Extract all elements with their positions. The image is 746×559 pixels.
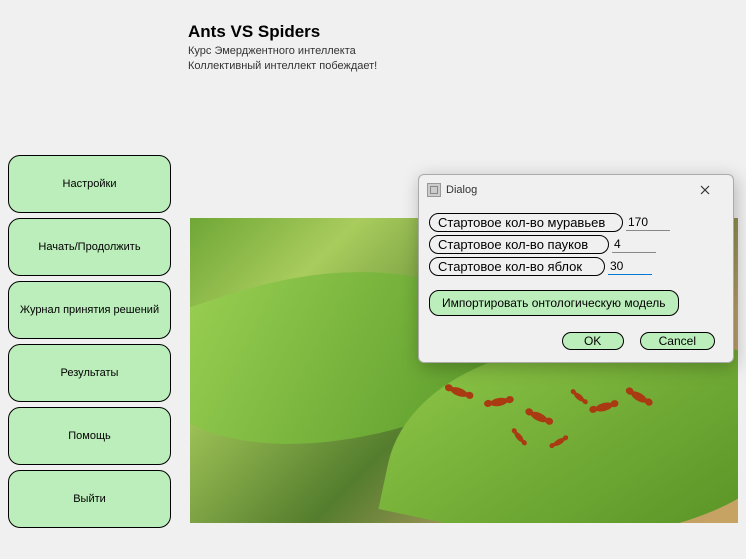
label-starting-spiders: Стартовое кол-во пауков (429, 235, 609, 254)
subtitle-course: Курс Эмерджентного интеллекта (188, 45, 746, 57)
input-starting-apples[interactable] (608, 258, 652, 275)
field-row-spiders: Стартовое кол-во пауков (429, 235, 723, 254)
sidebar-item-decision-log[interactable]: Журнал принятия решений (8, 281, 171, 339)
sidebar: Настройки Начать/Продолжить Журнал приня… (8, 155, 171, 528)
header: Ants VS Spiders Курс Эмерджентного интел… (188, 0, 746, 72)
dialog-icon (427, 183, 441, 197)
sidebar-item-exit[interactable]: Выйти (8, 470, 171, 528)
sidebar-item-help[interactable]: Помощь (8, 407, 171, 465)
input-starting-ants[interactable] (626, 214, 670, 231)
dialog-titlebar[interactable]: Dialog (419, 175, 733, 205)
sidebar-item-settings[interactable]: Настройки (8, 155, 171, 213)
subtitle-slogan: Коллективный интеллект побеждает! (188, 60, 746, 72)
cancel-button[interactable]: Cancel (640, 332, 715, 350)
dialog-title: Dialog (446, 184, 685, 196)
label-starting-apples: Стартовое кол-во яблок (429, 257, 605, 276)
sidebar-item-results[interactable]: Результаты (8, 344, 171, 402)
dialog-footer: OK Cancel (419, 326, 733, 362)
close-button[interactable] (685, 179, 725, 201)
field-row-ants: Стартовое кол-во муравьев (429, 213, 723, 232)
label-starting-ants: Стартовое кол-во муравьев (429, 213, 623, 232)
page-title: Ants VS Spiders (188, 22, 746, 42)
field-row-apples: Стартовое кол-во яблок (429, 257, 723, 276)
settings-dialog: Dialog Стартовое кол-во муравьев Стартов… (418, 174, 734, 363)
ok-button[interactable]: OK (562, 332, 624, 350)
close-icon (700, 185, 710, 195)
sidebar-item-start-continue[interactable]: Начать/Продолжить (8, 218, 171, 276)
input-starting-spiders[interactable] (612, 236, 656, 253)
import-ontology-button[interactable]: Импортировать онтологическую модель (429, 290, 679, 316)
dialog-body: Стартовое кол-во муравьев Стартовое кол-… (419, 205, 733, 326)
